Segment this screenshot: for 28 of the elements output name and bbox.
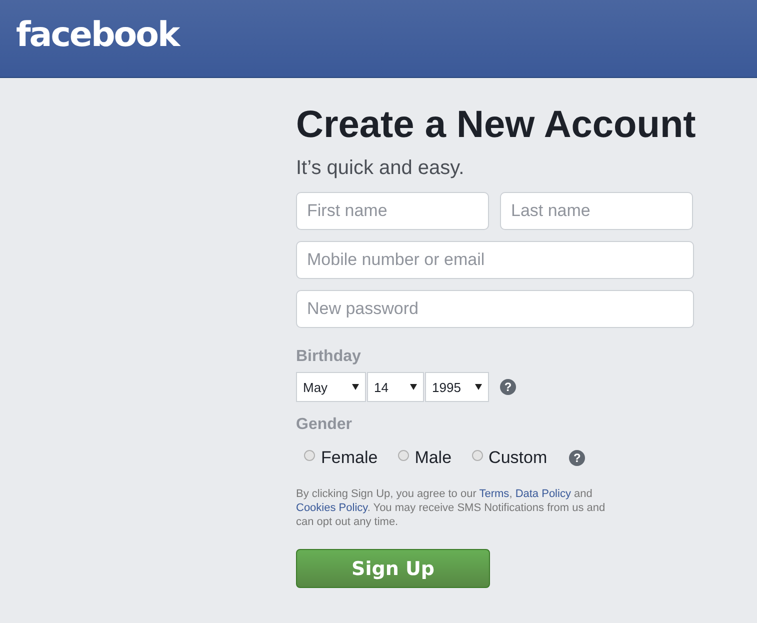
- input-field[interactable]: Last name: [500, 192, 693, 230]
- caret-icon: [475, 384, 482, 390]
- input-field[interactable]: First name: [296, 192, 489, 230]
- policy-link[interactable]: Cookies Policy: [296, 502, 368, 514]
- dropdown[interactable]: 1995: [425, 372, 489, 402]
- radio-button[interactable]: [472, 450, 483, 460]
- policy-link[interactable]: Terms: [479, 488, 510, 500]
- radio-button[interactable]: [304, 450, 315, 460]
- radio-label[interactable]: Custom: [488, 448, 548, 468]
- legal-text: By clicking Sign Up, you agree to our Terms, Data Policy and Cookies Policy. You may receive SMS Notifications from us and can opt out any time.: [296, 487, 606, 529]
- input-field[interactable]: New password: [296, 290, 694, 328]
- page-title: Create a New Account: [296, 103, 696, 148]
- caret-icon: [352, 384, 359, 390]
- radio-label[interactable]: Male: [414, 448, 452, 468]
- dropdown[interactable]: May: [296, 372, 366, 402]
- help-icon[interactable]: ?: [500, 379, 516, 395]
- help-icon[interactable]: ?: [569, 450, 586, 466]
- dropdown[interactable]: 14: [367, 372, 424, 402]
- radio-button[interactable]: [398, 450, 409, 460]
- sign-up-button[interactable]: Sign Up: [296, 549, 490, 588]
- caret-icon: [410, 384, 417, 390]
- policy-link[interactable]: Data Policy: [515, 488, 571, 500]
- logo[interactable]: facebook: [16, 14, 179, 54]
- radio-label[interactable]: Female: [321, 448, 378, 468]
- input-field[interactable]: Mobile number or email: [296, 241, 694, 279]
- gender-label: Gender: [296, 416, 354, 434]
- birthday-label: Birthday: [296, 348, 362, 366]
- subtitle: It’s quick and easy.: [296, 156, 466, 180]
